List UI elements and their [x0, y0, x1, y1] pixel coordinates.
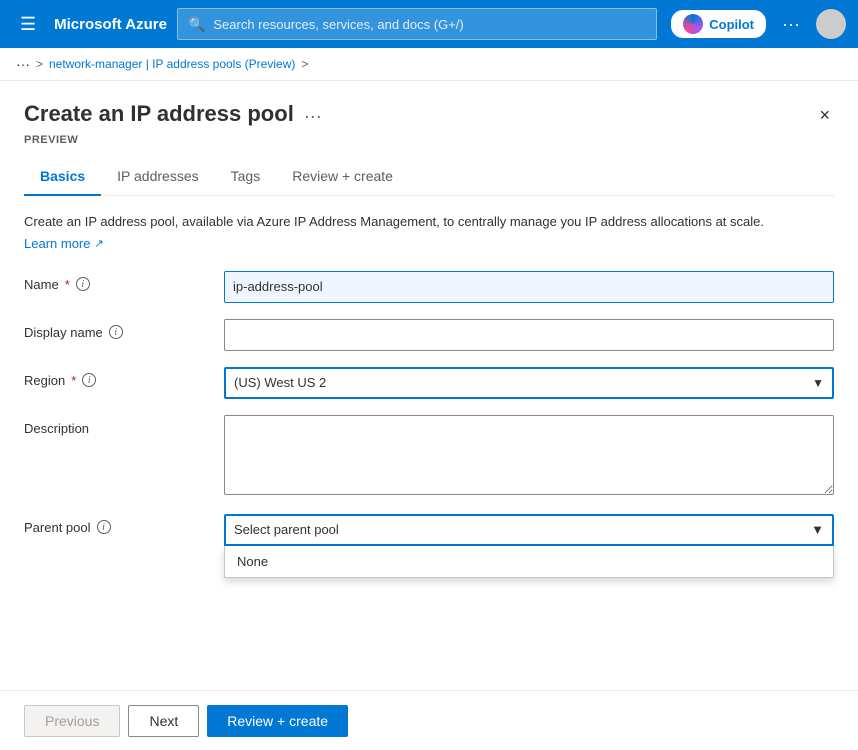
tab-bar: Basics IP addresses Tags Review + create	[24, 158, 834, 196]
name-input[interactable]	[224, 271, 834, 303]
hamburger-menu[interactable]: ☰	[12, 10, 44, 39]
breadcrumb-link-network-manager[interactable]: network-manager | IP address pools (Prev…	[49, 57, 295, 71]
learn-more-link[interactable]: Learn more ↗	[24, 236, 104, 251]
breadcrumb: ··· > network-manager | IP address pools…	[0, 48, 858, 81]
footer: Previous Next Review + create	[0, 690, 858, 750]
region-info-icon[interactable]: i	[82, 373, 96, 387]
tab-ip-addresses[interactable]: IP addresses	[101, 158, 214, 196]
display-name-field-row: Display name i	[24, 319, 834, 351]
name-field-control	[224, 271, 834, 303]
tab-basics[interactable]: Basics	[24, 158, 101, 196]
search-icon: 🔍	[188, 16, 205, 33]
parent-pool-dropdown-trigger[interactable]: Select parent pool ▼	[224, 514, 834, 546]
parent-pool-field-control: Select parent pool ▼ None	[224, 514, 834, 546]
region-field-row: Region * i (US) West US 2 East US Centra…	[24, 367, 834, 399]
review-create-button[interactable]: Review + create	[207, 705, 348, 737]
parent-pool-option-none[interactable]: None	[225, 546, 833, 577]
display-name-input[interactable]	[224, 319, 834, 351]
description-label: Description	[24, 415, 224, 436]
name-required-indicator: *	[65, 277, 70, 292]
main-content: Create an IP address pool ··· × PREVIEW …	[0, 81, 858, 745]
top-navigation: ☰ Microsoft Azure 🔍 Search resources, se…	[0, 0, 858, 48]
external-link-icon: ↗	[94, 237, 103, 250]
copilot-icon	[683, 14, 703, 34]
display-name-info-icon[interactable]: i	[109, 325, 123, 339]
parent-pool-selected-value: Select parent pool	[234, 522, 339, 537]
region-select[interactable]: (US) West US 2 East US Central US West E…	[224, 367, 834, 399]
nav-more-button[interactable]: ···	[774, 10, 808, 39]
previous-button: Previous	[24, 705, 120, 737]
description-field-control	[224, 415, 834, 498]
region-label: Region * i	[24, 367, 224, 388]
search-placeholder: Search resources, services, and docs (G+…	[213, 17, 463, 32]
preview-badge: PREVIEW	[24, 134, 834, 146]
description-textarea[interactable]	[224, 415, 834, 495]
parent-pool-label: Parent pool i	[24, 514, 224, 535]
parent-pool-info-icon[interactable]: i	[97, 520, 111, 534]
copilot-button[interactable]: Copilot	[671, 10, 766, 38]
region-required-indicator: *	[71, 373, 76, 388]
region-field-control: (US) West US 2 East US Central US West E…	[224, 367, 834, 399]
tab-review-create[interactable]: Review + create	[276, 158, 409, 196]
copilot-label: Copilot	[709, 17, 754, 32]
breadcrumb-sep-1: >	[36, 57, 43, 71]
display-name-label: Display name i	[24, 319, 224, 340]
azure-logo: Microsoft Azure	[54, 16, 167, 33]
description-text: Create an IP address pool, available via…	[24, 212, 834, 232]
description-field-row: Description	[24, 415, 834, 498]
breadcrumb-sep-2: >	[301, 57, 308, 71]
next-button[interactable]: Next	[128, 705, 199, 737]
parent-pool-dropdown-menu: None	[224, 546, 834, 578]
parent-pool-field-row: Parent pool i Select parent pool ▼ None	[24, 514, 834, 546]
tab-tags[interactable]: Tags	[215, 158, 277, 196]
parent-pool-chevron-icon: ▼	[811, 522, 824, 537]
name-label: Name * i	[24, 271, 224, 292]
breadcrumb-dots[interactable]: ···	[16, 56, 30, 72]
page-title: Create an IP address pool	[24, 101, 294, 127]
search-bar[interactable]: 🔍 Search resources, services, and docs (…	[177, 8, 657, 40]
name-info-icon[interactable]: i	[76, 277, 90, 291]
name-field-row: Name * i	[24, 271, 834, 303]
page-header-left: Create an IP address pool ···	[24, 101, 322, 127]
close-button[interactable]: ×	[815, 101, 834, 130]
page-header-ellipsis[interactable]: ···	[304, 106, 322, 127]
display-name-field-control	[224, 319, 834, 351]
nav-right: Copilot ···	[671, 9, 846, 39]
user-avatar[interactable]	[816, 9, 846, 39]
page-header: Create an IP address pool ··· ×	[24, 101, 834, 130]
